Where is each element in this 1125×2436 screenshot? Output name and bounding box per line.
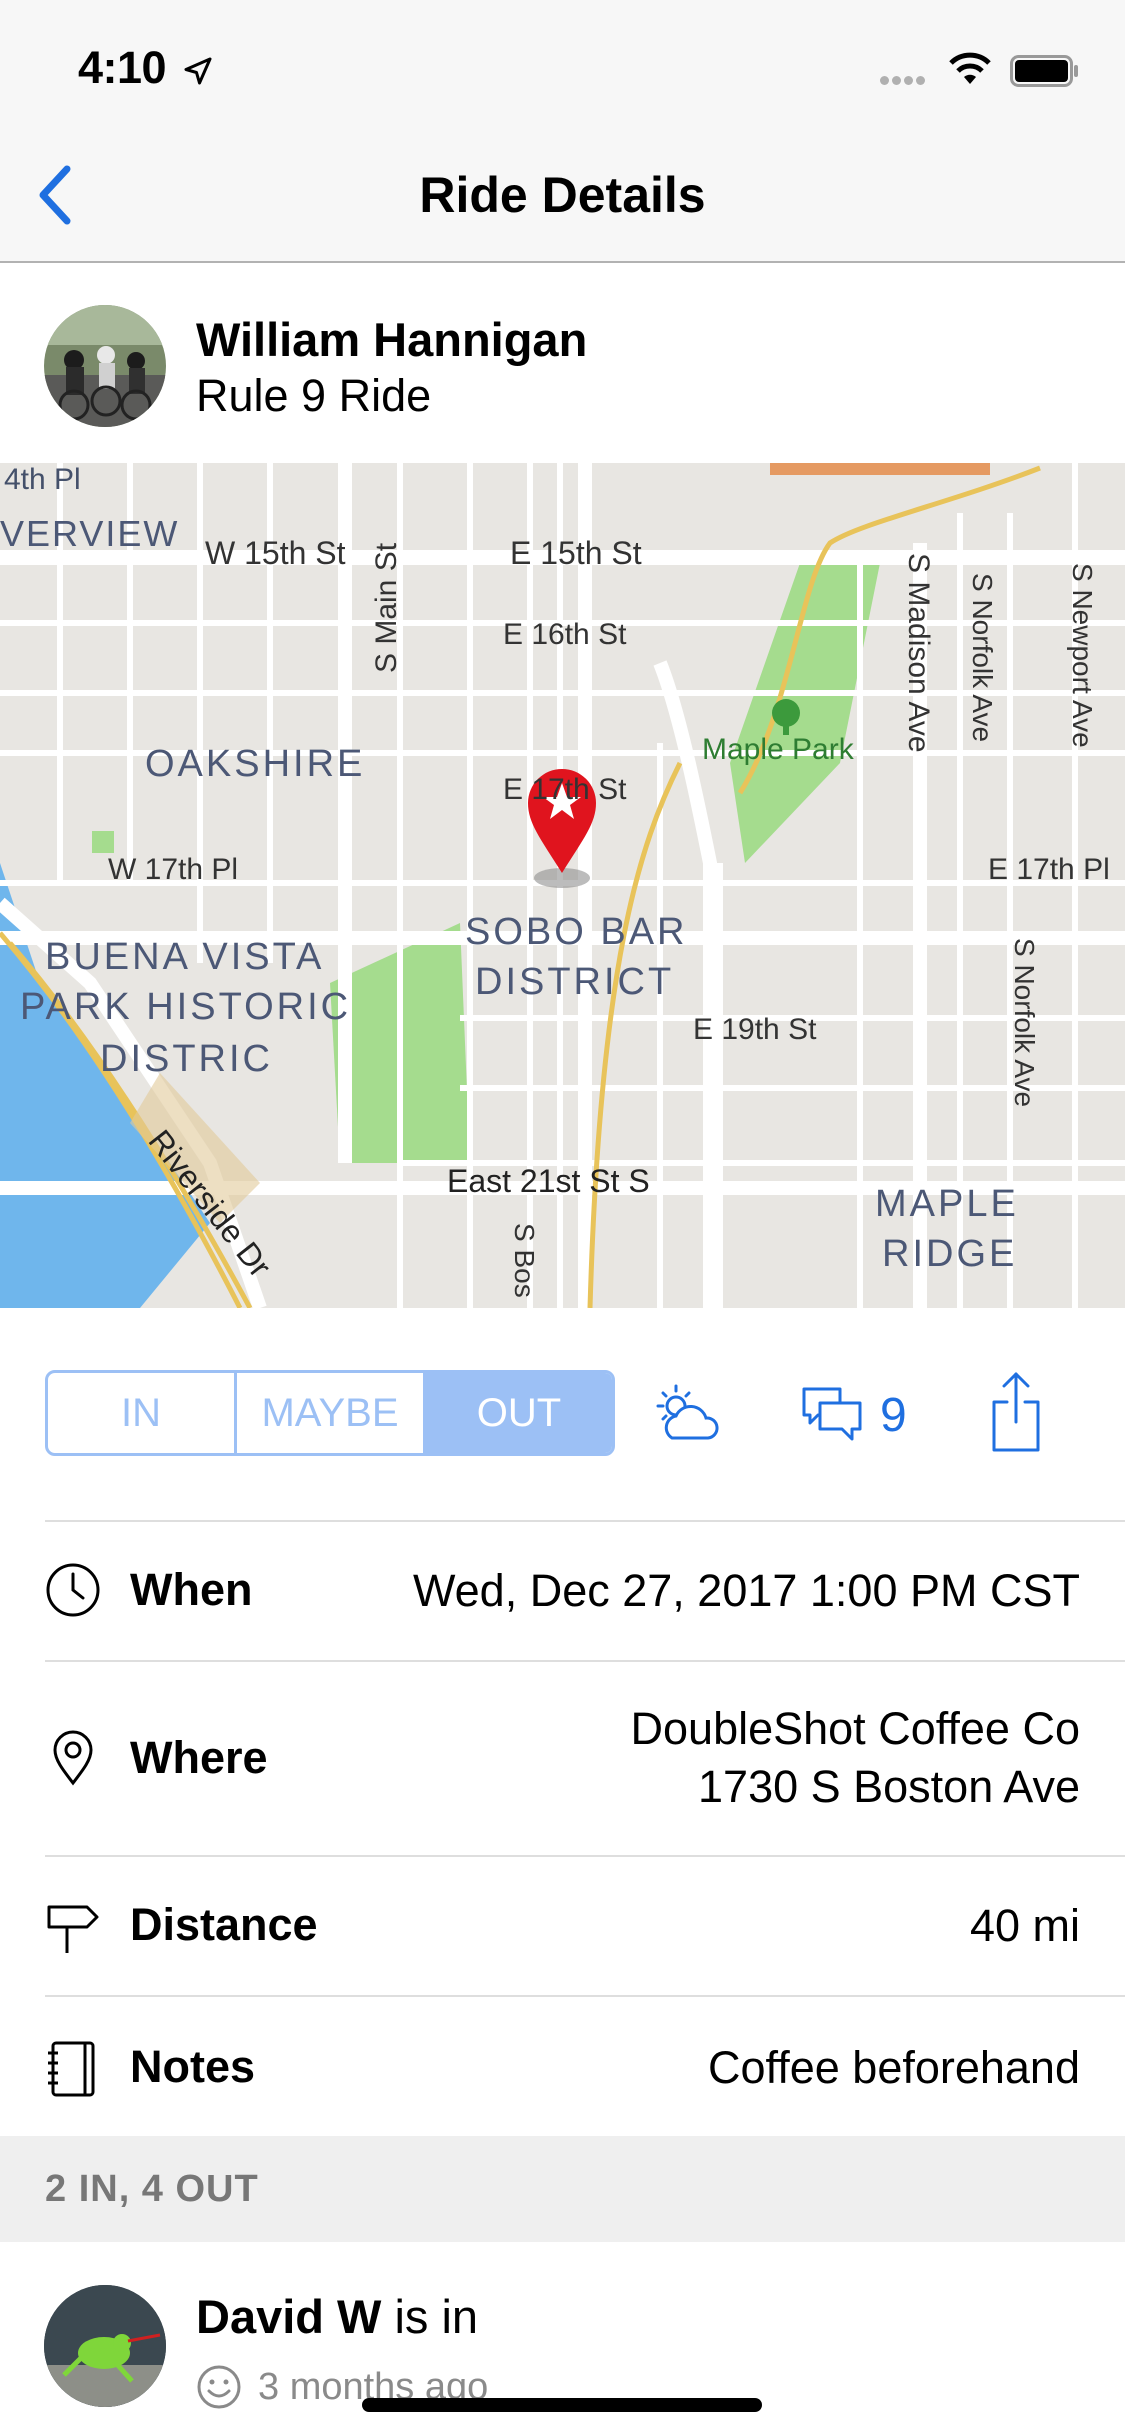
share-icon[interactable] <box>990 1370 1042 1454</box>
person-status: David W is in <box>196 2289 478 2344</box>
map-label: E 16th St <box>503 618 627 651</box>
where-row[interactable]: Where DoubleShot Coffee Co 1730 S Boston… <box>45 1660 1125 1855</box>
map-label: W 15th St <box>205 535 346 571</box>
notes-value: Coffee beforehand <box>708 2042 1080 2093</box>
map-label: Maple Park <box>702 733 854 766</box>
rsvp-segmented-control[interactable]: IN MAYBE OUT <box>45 1370 615 1456</box>
map-label: 4th Pl <box>4 463 81 496</box>
map-label: BUENA VISTA <box>45 936 325 978</box>
where-label: Where <box>130 1732 268 1783</box>
notes-label: Notes <box>130 2041 256 2092</box>
action-row: IN MAYBE OUT 9 <box>0 1308 1125 1520</box>
map-label: E 19th St <box>693 1013 817 1046</box>
map-label: OAKSHIRE <box>145 743 366 785</box>
attendance-summary: 2 IN, 4 OUT <box>45 2168 259 2210</box>
location-arrow-icon <box>184 57 212 85</box>
rsvp-in-option[interactable]: IN <box>48 1373 234 1453</box>
where-value-name: DoubleShot Coffee Co <box>630 1703 1080 1754</box>
when-row: When Wed, Dec 27, 2017 1:00 PM CST <box>45 1520 1125 1660</box>
battery-icon <box>1010 55 1078 87</box>
ride-header[interactable]: William Hannigan Rule 9 Ride <box>0 265 1125 463</box>
person-name: David W <box>196 2290 382 2343</box>
map-label: S Norfolk Ave <box>967 573 998 743</box>
map-label: E 17th St <box>503 773 627 806</box>
map-label: S Main St <box>370 542 403 673</box>
cellular-signal-icon <box>880 72 928 90</box>
ride-map[interactable]: 4th Pl VERVIEW W 15th St E 15th St E 16t… <box>0 463 1125 1308</box>
comments-button[interactable]: 9 <box>800 1380 907 1450</box>
map-label: DISTRIC <box>100 1038 273 1080</box>
when-label: When <box>130 1564 253 1615</box>
map-label: E 17th Pl <box>988 853 1110 886</box>
map-label: SOBO BAR <box>465 911 688 953</box>
signpost-icon <box>47 1905 99 1953</box>
ride-name: Rule 9 Ride <box>196 370 432 421</box>
map-label: PARK HISTORIC <box>20 986 352 1028</box>
map-label: S Bos <box>509 1223 540 1298</box>
rsvp-maybe-option[interactable]: MAYBE <box>234 1373 423 1453</box>
navigation-bar: 4:10 Ride Details <box>0 0 1125 263</box>
map-label: E 15th St <box>510 535 642 571</box>
host-name: William Hannigan <box>196 313 588 366</box>
map-label: RIDGE <box>882 1233 1018 1275</box>
comments-count: 9 <box>880 1388 907 1442</box>
home-indicator[interactable] <box>362 2398 762 2412</box>
where-value-address: 1730 S Boston Ave <box>698 1761 1080 1812</box>
attendance-summary-header: 2 IN, 4 OUT <box>0 2136 1125 2242</box>
notebook-icon <box>48 2041 95 2097</box>
notes-row: Notes Coffee beforehand <box>45 1995 1125 2136</box>
host-avatar <box>44 305 166 427</box>
rsvp-out-option[interactable]: OUT <box>423 1373 612 1453</box>
weather-icon[interactable] <box>650 1380 725 1450</box>
distance-row: Distance 40 mi <box>45 1855 1125 1995</box>
when-value: Wed, Dec 27, 2017 1:00 PM CST <box>412 1565 1080 1616</box>
distance-value: 40 mi <box>969 1900 1080 1951</box>
person-status-text: is in <box>381 2290 479 2343</box>
wifi-icon <box>949 52 991 84</box>
map-label: DISTRICT <box>475 961 675 1003</box>
clock-icon <box>46 1563 100 1617</box>
map-label: S Madison Ave <box>902 553 935 753</box>
avatar <box>44 2285 166 2407</box>
map-label: VERVIEW <box>0 513 180 554</box>
map-label: MAPLE <box>875 1183 1019 1225</box>
map-label: East 21st St S <box>447 1163 650 1199</box>
map-label: W 17th Pl <box>108 853 239 886</box>
map-label: S Newport Ave <box>1067 563 1098 748</box>
map-label: S Norfolk Ave <box>1009 938 1040 1108</box>
status-time: 4:10 <box>78 42 167 93</box>
location-pin-icon <box>53 1730 93 1786</box>
distance-label: Distance <box>130 1899 318 1950</box>
page-title: Ride Details <box>419 167 706 223</box>
smiley-icon <box>197 2365 241 2409</box>
comments-icon <box>802 1387 862 1441</box>
